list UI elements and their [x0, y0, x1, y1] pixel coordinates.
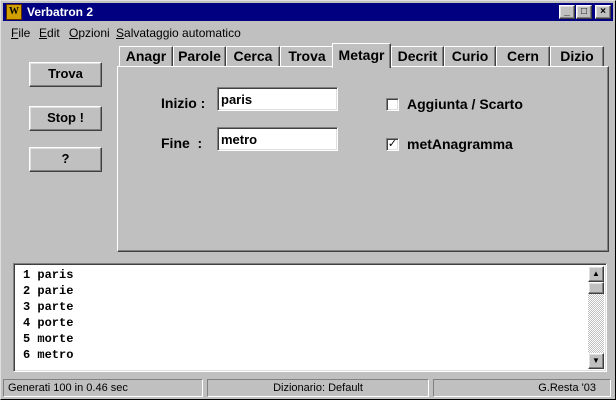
metanagramma-checkbox[interactable]: ✓ metAnagramma: [386, 135, 513, 153]
menu-accel: E: [39, 26, 48, 40]
menu-accel: O: [69, 26, 79, 40]
app-window: W Verbatron 2 _ □ × File Edit Opzioni Sa…: [0, 0, 616, 400]
checkbox-box[interactable]: [386, 97, 399, 111]
tab-strip: Anagr Parole Cerca Trova Metagr Decrit C…: [117, 43, 609, 68]
checkbox-box[interactable]: ✓: [386, 137, 399, 151]
menu-opzioni[interactable]: Opzioni: [69, 25, 110, 41]
close-button[interactable]: ×: [595, 5, 611, 19]
list-item[interactable]: 4 porte: [23, 315, 73, 331]
tab-decrit[interactable]: Decrit: [391, 46, 444, 67]
results-list: 1 paris 2 parie 3 parte 4 porte 5 morte …: [23, 267, 73, 363]
window-title: Verbatron 2: [27, 5, 94, 19]
results-scrollbar[interactable]: ▲ ▼: [588, 266, 604, 369]
inizio-label: Inizio :: [161, 95, 206, 111]
menu-file[interactable]: File: [11, 25, 30, 41]
scroll-thumb[interactable]: [588, 282, 604, 294]
menu-label: dit: [47, 26, 60, 40]
aggiunta-scarto-label: Aggiunta / Scarto: [407, 96, 523, 112]
scroll-down-arrow-icon[interactable]: ▼: [588, 353, 604, 369]
menu-label: alvataggio automatico: [124, 26, 241, 40]
scroll-up-arrow-icon[interactable]: ▲: [588, 266, 604, 282]
list-item[interactable]: 1 paris: [23, 267, 73, 283]
results-listbox[interactable]: 1 paris 2 parie 3 parte 4 porte 5 morte …: [13, 263, 607, 372]
help-button[interactable]: ?: [29, 147, 102, 172]
status-dictionary: Dizionario: Default: [207, 379, 429, 397]
trova-button[interactable]: Trova: [29, 62, 102, 87]
app-logo-icon[interactable]: W: [6, 4, 22, 20]
menu-bar: File Edit Opzioni Salvataggio automatico: [3, 23, 613, 41]
tab-dizio[interactable]: Dizio: [550, 46, 604, 67]
list-item[interactable]: 3 parte: [23, 299, 73, 315]
tab-cerca[interactable]: Cerca: [226, 46, 280, 67]
list-item[interactable]: 6 metro: [23, 347, 73, 363]
tab-trova[interactable]: Trova: [280, 46, 334, 67]
fine-input[interactable]: [217, 127, 338, 151]
aggiunta-scarto-checkbox[interactable]: Aggiunta / Scarto: [386, 95, 523, 113]
status-credit: G.Resta '03: [433, 379, 611, 397]
menu-edit[interactable]: Edit: [39, 25, 60, 41]
minimize-button[interactable]: _: [559, 5, 575, 19]
tab-cern[interactable]: Cern: [496, 46, 550, 67]
tab-metagr[interactable]: Metagr: [332, 43, 391, 68]
inizio-input[interactable]: [217, 87, 338, 111]
stop-button[interactable]: Stop !: [29, 106, 102, 131]
menu-label: ile: [18, 26, 31, 40]
status-generated: Generati 100 in 0.46 sec: [3, 379, 203, 397]
menu-salvataggio[interactable]: Salvataggio automatico: [116, 25, 241, 41]
metanagramma-label: metAnagramma: [407, 136, 513, 152]
menu-label: pzioni: [78, 26, 110, 40]
tab-curio[interactable]: Curio: [444, 46, 496, 67]
status-bar: Generati 100 in 0.46 sec Dizionario: Def…: [3, 379, 613, 397]
fine-label: Fine :: [161, 135, 203, 151]
tab-anagr[interactable]: Anagr: [119, 46, 173, 67]
list-item[interactable]: 2 parie: [23, 283, 73, 299]
title-bar[interactable]: W Verbatron 2 _ □ ×: [3, 3, 613, 21]
metagr-panel: Inizio : Fine : Aggiunta / Scarto ✓ metA…: [117, 66, 609, 252]
maximize-button[interactable]: □: [576, 5, 592, 19]
list-item[interactable]: 5 morte: [23, 331, 73, 347]
tab-parole[interactable]: Parole: [173, 46, 226, 67]
menu-accel: S: [116, 26, 125, 40]
